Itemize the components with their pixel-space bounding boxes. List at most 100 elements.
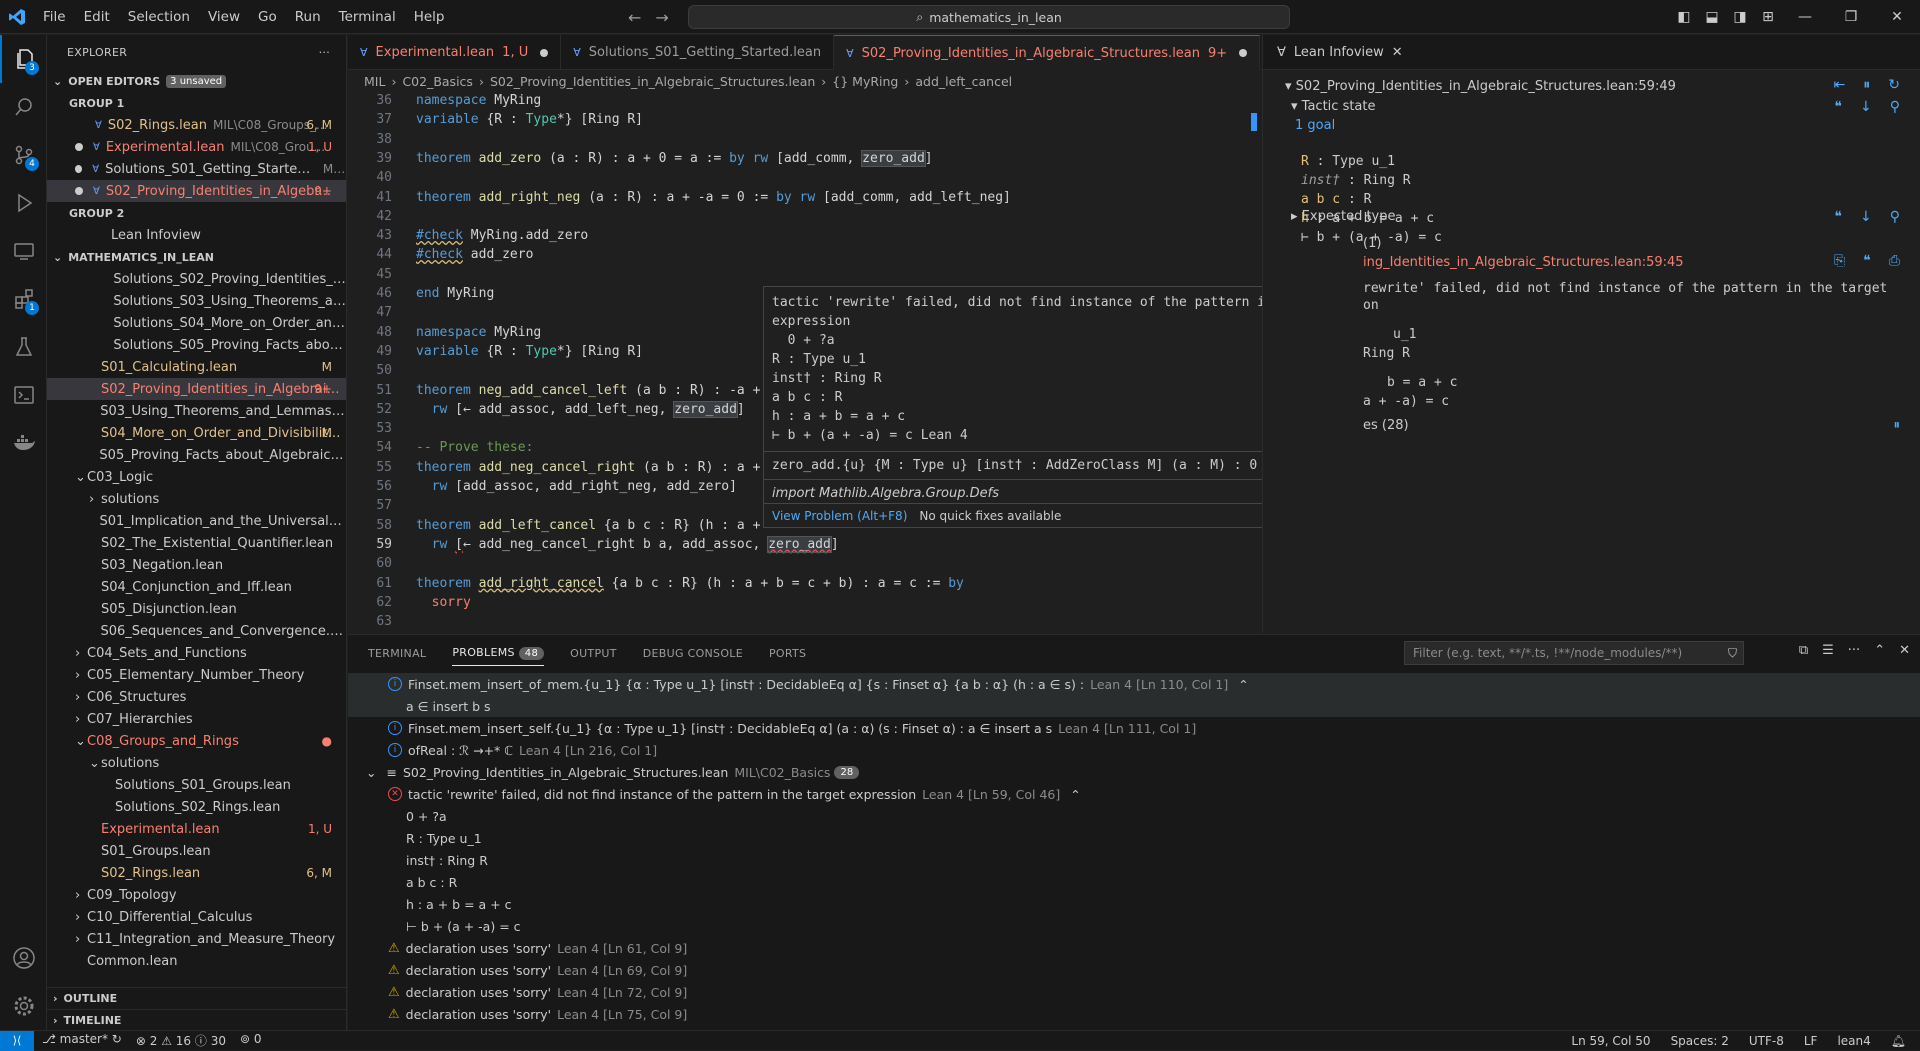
reveal-file-icon[interactable]: ⎘ <box>1834 253 1845 269</box>
toggle-sidebar-icon[interactable]: ◧ <box>1670 9 1698 25</box>
toggle-panel-icon[interactable]: ⬓ <box>1698 9 1726 25</box>
maximize-panel-icon[interactable]: ⌃ <box>1874 643 1885 658</box>
pause-icon[interactable]: ⏸ <box>1894 418 1901 433</box>
minimize-button[interactable]: — <box>1782 9 1828 25</box>
pause-icon[interactable]: ⏸ <box>1863 77 1870 93</box>
pin-icon[interactable]: ⇤ <box>1834 77 1846 93</box>
problem-row[interactable]: ⊢ b + (a + -a) = c <box>348 915 1920 937</box>
infoview-file-position[interactable]: ▾ S02_Proving_Identities_in_Algebraic_St… <box>1285 79 1676 94</box>
open-editor-infoview[interactable]: Lean Infoview <box>47 224 346 246</box>
open-editor-item[interactable]: ∀ S02_Proving_Identities_in_Algebr... 9+ <box>47 180 346 202</box>
problem-row[interactable]: a ∈ insert b s <box>348 695 1920 717</box>
end-of-line[interactable]: LF <box>1804 1034 1818 1048</box>
tree-item[interactable]: › C04_Sets_and_Functions <box>47 642 346 664</box>
breadcrumb-item[interactable]: add_left_cancel <box>915 74 1012 89</box>
tree-item[interactable]: S01_Implication_and_the_Universal_Quan..… <box>47 510 346 532</box>
refresh-icon[interactable]: ↻ <box>1888 77 1900 93</box>
open-editor-item[interactable]: ∀ Solutions_S01_Getting_Started.lean MI.… <box>47 158 346 180</box>
close-icon[interactable]: ✕ <box>1392 45 1403 60</box>
problem-row[interactable]: ⚠ declaration uses 'sorry' Lean 4 [Ln 69, … <box>348 959 1920 981</box>
copy-to-comment-icon[interactable]: ❝ <box>1834 209 1842 225</box>
tree-item[interactable]: › C05_Elementary_Number_Theory <box>47 664 346 686</box>
search-view-icon[interactable] <box>0 83 47 131</box>
problems-indicator[interactable]: ⊗ 2 ⚠ 16 ⓘ 30 <box>136 1032 226 1049</box>
language-mode[interactable]: lean4 <box>1837 1034 1870 1048</box>
tree-item[interactable]: S02_The_Existential_Quantifier.lean <box>47 532 346 554</box>
tree-item[interactable]: Solutions_S02_Proving_Identities_in_Alg.… <box>47 268 346 290</box>
editor-tab[interactable]: ∀ Solutions_S01_Getting_Started.lean <box>561 35 835 70</box>
outline-section[interactable]: › OUTLINE <box>47 987 346 1009</box>
all-messages-fragment[interactable]: es (28) <box>1363 418 1409 433</box>
menu-edit[interactable]: Edit <box>75 0 119 34</box>
filter-icon[interactable]: ⚲ <box>1890 209 1900 225</box>
more-actions-icon[interactable]: ··· <box>1848 643 1860 658</box>
menu-selection[interactable]: Selection <box>119 0 199 34</box>
command-center-search[interactable]: ⌕ mathematics_in_lean <box>688 5 1290 29</box>
explorer-icon[interactable]: 3 <box>0 35 47 83</box>
tree-item[interactable]: › C09_Topology <box>47 884 346 906</box>
forward-arrow-icon[interactable]: → <box>655 8 668 27</box>
view-problem-link[interactable]: View Problem (Alt+F8) <box>772 509 907 523</box>
docker-whale-icon[interactable] <box>0 419 47 467</box>
manage-gear-icon[interactable] <box>0 982 47 1030</box>
chevron-up-icon[interactable]: ⌃ <box>1238 677 1248 692</box>
notifications-bell-icon[interactable]: 🔔︎ <box>1891 1034 1906 1048</box>
tree-item[interactable]: Solutions_S05_Proving_Facts_about_Alg... <box>47 334 346 356</box>
problems-filter-input[interactable]: Filter (e.g. text, **/*.ts, !**/node_mod… <box>1404 641 1744 665</box>
menu-view[interactable]: View <box>199 0 249 34</box>
close-panel-icon[interactable]: ✕ <box>1899 643 1910 658</box>
panel-tab-output[interactable]: OUTPUT <box>570 647 617 660</box>
indentation[interactable]: Spaces: 2 <box>1671 1034 1729 1048</box>
goto-down-icon[interactable]: ↓ <box>1860 99 1872 115</box>
collapse-all-icon[interactable]: ⧉ <box>1799 643 1808 658</box>
back-arrow-icon[interactable]: ← <box>628 8 641 27</box>
copy-to-comment-icon[interactable]: ❝ <box>1834 99 1842 115</box>
tree-item[interactable]: ⌄ C03_Logic <box>47 466 346 488</box>
testing-flask-icon[interactable] <box>0 323 47 371</box>
menu-go[interactable]: Go <box>249 0 286 34</box>
tree-item[interactable]: › C11_Integration_and_Measure_Theory <box>47 928 346 950</box>
panel-tab-problems[interactable]: PROBLEMS 48 <box>452 646 545 666</box>
menu-terminal[interactable]: Terminal <box>330 0 405 34</box>
more-actions-icon[interactable]: ··· <box>319 46 330 59</box>
tree-item[interactable]: S03_Using_Theorems_and_Lemmas.lean <box>47 400 346 422</box>
tree-item[interactable]: S02_Proving_Identities_in_Algebraic... 9… <box>47 378 346 400</box>
tree-item[interactable]: ⌄ C08_Groups_and_Rings ● <box>47 730 346 752</box>
tree-item[interactable]: › C10_Differential_Calculus <box>47 906 346 928</box>
tree-item[interactable]: S01_Calculating.lean M <box>47 356 346 378</box>
toggle-secondary-sidebar-icon[interactable]: ◨ <box>1726 9 1754 25</box>
expected-type-header[interactable]: ▸ Expected type <box>1291 209 1396 224</box>
tree-item[interactable]: › C06_Structures <box>47 686 346 708</box>
unsaved-dot-icon[interactable] <box>540 48 549 57</box>
tree-item[interactable]: Common.lean <box>47 950 346 972</box>
problem-row[interactable]: h : a + b = a + c <box>348 893 1920 915</box>
customize-layout-icon[interactable]: ⊞ <box>1754 9 1782 25</box>
problem-file-row[interactable]: ⌄ ≡ S02_Proving_Identities_in_Algebraic_St… <box>348 761 1920 783</box>
menu-run[interactable]: Run <box>286 0 330 34</box>
infoview-tab[interactable]: ∀ Lean Infoview ✕ <box>1263 35 1920 70</box>
tree-item[interactable]: › C07_Hierarchies <box>47 708 346 730</box>
source-control-icon[interactable]: 4 <box>0 131 47 179</box>
terminal-icon[interactable] <box>0 371 47 419</box>
open-editor-item[interactable]: ∀ S02_Rings.lean MIL\C08_Groups_... 6, M <box>47 114 346 136</box>
remote-indicator-icon[interactable]: ⟩⟨ <box>0 1030 34 1051</box>
unsaved-dot-icon[interactable] <box>1239 49 1248 57</box>
tree-item[interactable]: S03_Negation.lean <box>47 554 346 576</box>
copy-to-comment-icon[interactable]: ❝ <box>1863 253 1871 269</box>
editor-tab[interactable]: ∀ Experimental.lean 1, U <box>348 35 562 70</box>
open-editors-section[interactable]: ⌄ OPEN EDITORS 3 unsaved <box>47 70 346 92</box>
branch-indicator[interactable]: ⎇ master* ↻ <box>42 1032 122 1049</box>
problem-row[interactable]: ⚠ declaration uses 'sorry' Lean 4 [Ln 72, … <box>348 981 1920 1003</box>
breadcrumb-item[interactable]: {} MyRing <box>832 74 898 89</box>
problem-row[interactable]: ⚠ declaration uses 'sorry' Lean 4 [Ln 61, … <box>348 937 1920 959</box>
problem-row[interactable]: a b c : R <box>348 871 1920 893</box>
tree-item[interactable]: S04_Conjunction_and_Iff.lean <box>47 576 346 598</box>
problem-row[interactable]: 0 + ?a <box>348 805 1920 827</box>
problem-row[interactable]: R : Type u_1 <box>348 827 1920 849</box>
chevron-up-icon[interactable]: ⌃ <box>1070 787 1080 802</box>
ports-indicator[interactable]: ⊚ 0 <box>240 1032 262 1049</box>
problem-row[interactable]: i Finset.mem_insert_of_mem.{u_1} {α : Typ… <box>348 673 1920 695</box>
tree-item[interactable]: › solutions <box>47 488 346 510</box>
tactic-state-header[interactable]: ▾ Tactic state <box>1291 99 1376 114</box>
tree-item[interactable]: Solutions_S02_Rings.lean <box>47 796 346 818</box>
